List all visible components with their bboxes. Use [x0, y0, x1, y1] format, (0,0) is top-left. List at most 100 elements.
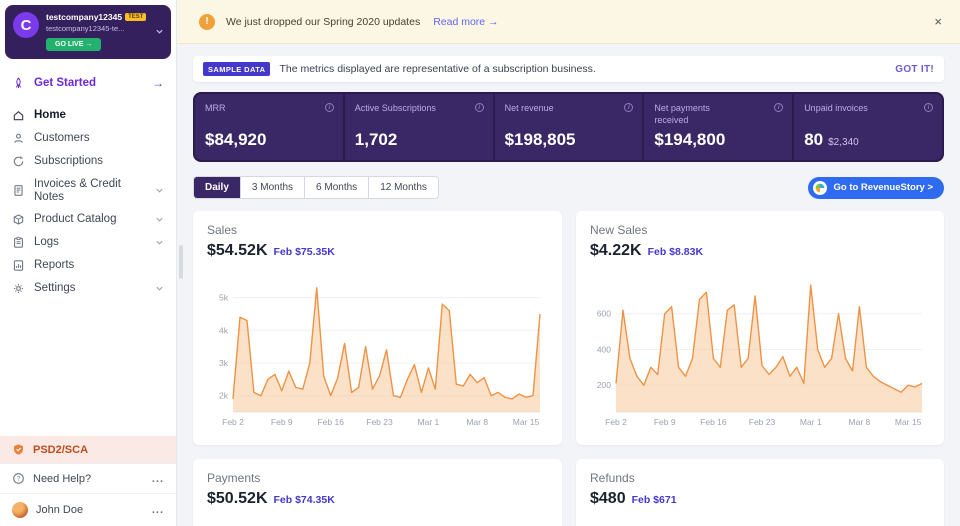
sidebar-item-home[interactable]: Home	[0, 104, 176, 127]
info-icon[interactable]: i	[624, 103, 634, 112]
metric-value: $84,920	[205, 130, 267, 149]
help-question-icon: ?	[12, 472, 25, 485]
info-icon[interactable]: i	[474, 103, 484, 112]
period-tabs: Daily 3 Months 6 Months 12 Months	[193, 176, 439, 199]
info-icon[interactable]: i	[774, 103, 784, 112]
sales-chart: 2k 3k 4k 5k Feb 2 Feb 9 Feb 16 Feb 23 Mar 1 Mar 8…	[207, 268, 548, 428]
sample-data-text: The metrics displayed are representative…	[279, 63, 596, 75]
sidebar-item-settings[interactable]: Settings	[0, 277, 176, 300]
charts-grid: Sales $54.52K Feb $75.35K 2k 3k 4k 5k Feb 2 F…	[193, 211, 944, 526]
company-logo-letter: C	[20, 16, 32, 34]
avatar	[12, 502, 28, 518]
svg-text:600: 600	[597, 309, 611, 319]
company-logo: C	[13, 12, 39, 38]
org-switcher[interactable]: C testcompany12345 TEST testcompany12345…	[5, 5, 171, 59]
chart-period-value: Feb $671	[631, 494, 677, 506]
sidebar-item-customers[interactable]: Customers	[0, 127, 176, 150]
metric-label: MRR	[205, 103, 226, 113]
svg-text:Feb 23: Feb 23	[749, 417, 776, 427]
revenuestory-button[interactable]: Go to RevenueStory >	[808, 176, 944, 199]
svg-text:Feb 16: Feb 16	[700, 417, 727, 427]
sidebar-item-need-help[interactable]: ? Need Help? ...	[0, 463, 176, 493]
chevron-down-icon	[155, 215, 164, 224]
metric-net-payments: Net payments received i $194,800	[644, 94, 793, 160]
chart-title: Payments	[207, 471, 261, 485]
tab-12-months[interactable]: 12 Months	[369, 177, 438, 198]
sidebar-item-label: Customers	[34, 132, 90, 145]
chart-period-value: Feb $74.35K	[273, 494, 335, 506]
svg-text:Feb 23: Feb 23	[366, 417, 393, 427]
sidebar-item-label: Home	[34, 109, 66, 122]
chevron-down-icon	[155, 238, 164, 247]
get-started-label: Get Started	[34, 77, 96, 89]
main-area: ! We just dropped our Spring 2020 update…	[177, 0, 960, 526]
sample-data-bar: SAMPLE DATA The metrics displayed are re…	[193, 56, 944, 82]
svg-text:3k: 3k	[219, 358, 229, 368]
svg-text:4k: 4k	[219, 325, 229, 335]
metric-active-subscriptions: Active Subscriptions i 1,702	[344, 94, 493, 160]
sidebar-item-logs[interactable]: Logs	[0, 231, 176, 254]
org-info: testcompany12345 TEST testcompany12345-t…	[46, 12, 147, 51]
sidebar-item-label: Logs	[34, 236, 59, 249]
info-icon[interactable]: i	[324, 103, 334, 112]
announcement-text: We just dropped our Spring 2020 updates	[226, 15, 421, 28]
period-toolbar: Daily 3 Months 6 Months 12 Months Go to …	[193, 176, 944, 199]
invoice-document-icon	[12, 184, 25, 197]
sidebar-item-subscriptions[interactable]: Subscriptions	[0, 150, 176, 173]
sidebar: C testcompany12345 TEST testcompany12345…	[0, 0, 177, 526]
svg-text:2k: 2k	[219, 391, 229, 401]
sidebar-nav: Home Customers Subscriptions Invoices & …	[0, 104, 176, 300]
go-live-button[interactable]: GO LIVE →	[46, 38, 102, 51]
svg-text:Feb 9: Feb 9	[654, 417, 676, 427]
test-mode-badge: TEST	[125, 13, 147, 21]
chart-card-refunds: Refunds $480 Feb $671	[576, 459, 944, 526]
metric-label: Net payments received	[654, 103, 710, 125]
announcement-banner: ! We just dropped our Spring 2020 update…	[177, 0, 960, 44]
metric-mrr: MRR i $84,920	[195, 94, 343, 160]
user-name: John Doe	[36, 504, 84, 516]
tab-6-months[interactable]: 6 Months	[305, 177, 370, 198]
clipboard-icon	[12, 236, 25, 249]
rocket-icon	[12, 76, 25, 90]
sidebar-item-psd2-sca[interactable]: PSD2/SCA	[0, 436, 176, 463]
metric-value: 80	[804, 130, 824, 149]
svg-text:Mar 8: Mar 8	[849, 417, 871, 427]
psd2-label: PSD2/SCA	[33, 443, 89, 456]
scrollbar-thumb[interactable]	[179, 245, 183, 279]
chevron-down-icon	[155, 27, 164, 36]
info-icon[interactable]: i	[923, 103, 933, 112]
close-icon[interactable]: ×	[934, 14, 942, 29]
chart-title: Sales	[207, 223, 238, 237]
sidebar-item-product-catalog[interactable]: Product Catalog	[0, 208, 176, 231]
sidebar-item-reports[interactable]: Reports	[0, 254, 176, 277]
got-it-button[interactable]: GOT IT!	[895, 64, 934, 75]
metric-unpaid-invoices: Unpaid invoices i 80 $2,340	[794, 94, 942, 160]
svg-text:?: ?	[17, 476, 21, 483]
chart-card-sales: Sales $54.52K Feb $75.35K 2k 3k 4k 5k Feb 2 F…	[193, 211, 562, 445]
tab-3-months[interactable]: 3 Months	[240, 177, 306, 198]
sidebar-item-get-started[interactable]: Get Started →	[0, 64, 176, 100]
svg-text:Feb 9: Feb 9	[271, 417, 293, 427]
metric-sub-value: $2,340	[828, 137, 859, 148]
payments-chart	[207, 516, 548, 526]
box-icon	[12, 213, 25, 226]
sidebar-footer: PSD2/SCA ? Need Help? ... John Doe ...	[0, 436, 176, 526]
sample-data-badge: SAMPLE DATA	[203, 62, 271, 76]
metrics-panel: MRR i $84,920 Active Subscriptions i 1,7…	[193, 92, 944, 162]
read-more-link[interactable]: Read more →	[433, 16, 498, 28]
more-options-icon[interactable]: ...	[152, 473, 164, 485]
chart-value: $50.52K	[207, 490, 268, 507]
svg-text:400: 400	[597, 345, 611, 355]
metric-value: $198,805	[504, 130, 576, 149]
sidebar-item-user[interactable]: John Doe ...	[0, 493, 176, 526]
metric-value: $194,800	[654, 130, 726, 149]
chart-period-value: Feb $8.83K	[647, 246, 704, 258]
svg-text:Feb 2: Feb 2	[605, 417, 627, 427]
tab-daily[interactable]: Daily	[194, 177, 241, 198]
more-options-icon[interactable]: ...	[152, 504, 164, 516]
chart-value: $480	[590, 490, 626, 507]
org-name: testcompany12345	[46, 12, 123, 22]
sidebar-item-invoices[interactable]: Invoices & Credit Notes	[0, 173, 176, 208]
chart-card-payments: Payments $50.52K Feb $74.35K	[193, 459, 562, 526]
metric-net-revenue: Net revenue i $198,805	[494, 94, 643, 160]
